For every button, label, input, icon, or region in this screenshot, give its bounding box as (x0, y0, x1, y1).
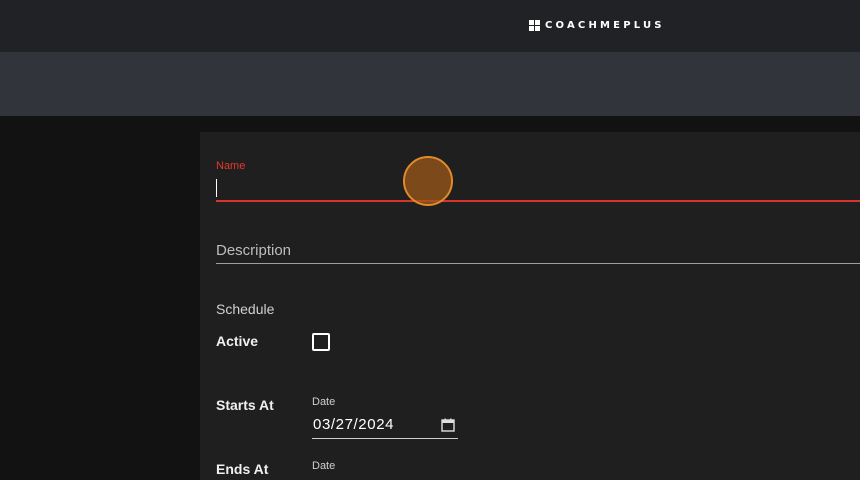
starts-at-label: Starts At (216, 397, 274, 413)
form-card: Name Schedule Active Starts At Date 03/2… (200, 132, 860, 480)
starts-at-date-underline (312, 438, 458, 439)
calendar-icon[interactable] (441, 418, 455, 432)
brand-logo[interactable]: COACHMEPLUS (529, 18, 665, 32)
brand-name: COACHMEPLUS (545, 19, 665, 31)
active-label: Active (216, 333, 259, 349)
name-field-underline (216, 200, 860, 202)
ends-at-date-caption: Date (312, 460, 336, 472)
schedule-section-title: Schedule (216, 301, 275, 317)
text-caret (216, 179, 217, 197)
name-field-label: Name (216, 160, 246, 172)
touch-indicator (403, 156, 453, 206)
top-app-bar: COACHMEPLUS (0, 0, 860, 52)
active-checkbox[interactable] (312, 333, 330, 351)
description-field-underline (216, 263, 860, 264)
grid-logo-icon (529, 19, 540, 31)
description-input[interactable] (216, 238, 860, 262)
starts-at-date-input[interactable]: 03/27/2024 (313, 416, 394, 433)
side-panel (0, 116, 200, 480)
sub-header-bar (0, 52, 860, 116)
ends-at-label: Ends At (216, 461, 269, 477)
starts-at-date-caption: Date (312, 396, 336, 408)
name-input[interactable] (216, 174, 860, 200)
